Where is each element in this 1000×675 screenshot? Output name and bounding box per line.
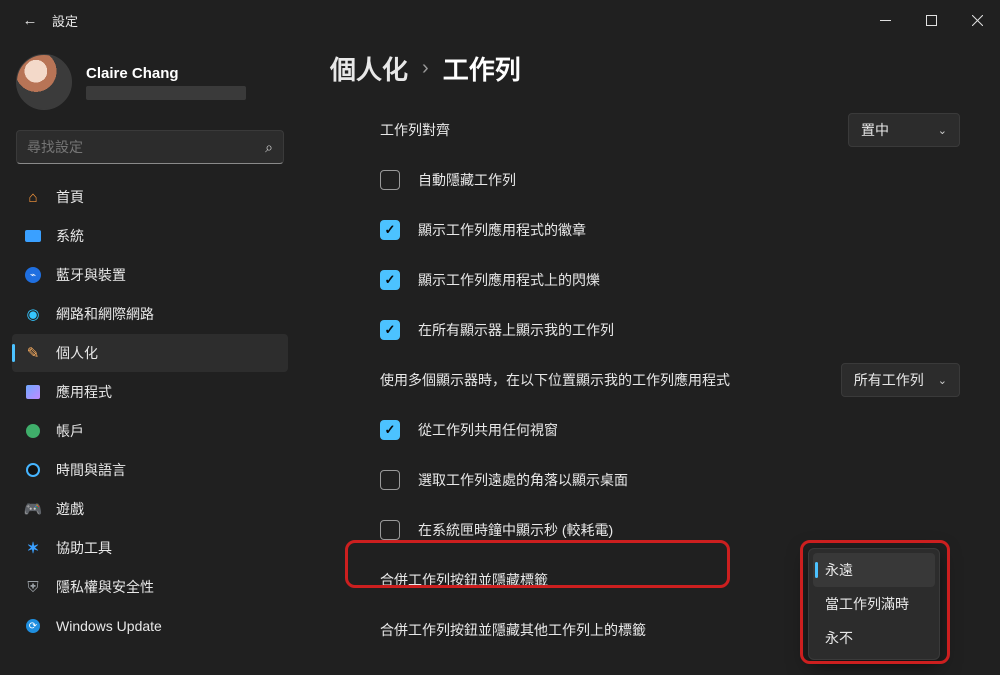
setting-label: 在系統匣時鐘中顯示秒 (較耗電) [418,520,960,540]
bluetooth-icon: ⌁ [24,266,42,284]
sidebar-item-label: 帳戶 [56,421,84,441]
sidebar-item-personalization[interactable]: ✎ 個人化 [12,334,288,372]
system-icon [24,227,42,245]
setting-label: 在所有顯示器上顯示我的工作列 [418,320,960,340]
checkbox-flash[interactable] [380,270,400,290]
row-far-corner: 選取工作列遠處的角落以顯示桌面 [330,455,970,505]
sidebar-item-label: 遊戲 [56,499,84,519]
window-controls [862,0,1000,40]
search-field[interactable] [27,139,265,155]
sidebar-item-system[interactable]: 系統 [12,217,288,255]
chevron-down-icon: ⌄ [938,124,947,137]
setting-label: 工作列對齊 [380,120,848,140]
user-block[interactable]: Claire Chang [6,50,294,130]
sidebar-item-accessibility[interactable]: ✶ 協助工具 [12,529,288,567]
search-icon: ⌕ [265,139,273,156]
setting-label: 選取工作列遠處的角落以顯示桌面 [418,470,960,490]
checkbox-all-displays[interactable] [380,320,400,340]
setting-label: 顯示工作列應用程式上的閃爍 [418,270,960,290]
combo-alignment[interactable]: 置中 ⌄ [848,113,960,147]
setting-label: 自動隱藏工作列 [418,170,960,190]
row-multidisplay-apps: 使用多個顯示器時，在以下位置顯示我的工作列應用程式 所有工作列 ⌄ [330,355,970,405]
sidebar-item-network[interactable]: ◉ 網路和網際網路 [12,295,288,333]
checkbox-seconds[interactable] [380,520,400,540]
setting-label: 從工作列共用任何視窗 [418,420,960,440]
menu-item-label: 永不 [825,628,853,648]
breadcrumb: 個人化 › 工作列 [330,50,970,87]
row-share: 從工作列共用任何視窗 [330,405,970,455]
setting-label: 使用多個顯示器時，在以下位置顯示我的工作列應用程式 [380,370,841,390]
nav: ⌂ 首頁 系統 ⌁ 藍牙與裝置 ◉ 網路和網際網路 ✎ 個人化 應用程式 帳戶 時間與語… [6,178,294,645]
sidebar-item-privacy[interactable]: ⛨ 隱私權與安全性 [12,568,288,606]
wifi-icon: ◉ [24,305,42,323]
row-autohide: 自動隱藏工作列 [330,155,970,205]
sidebar-item-update[interactable]: ⟳ Windows Update [12,607,288,645]
account-icon [24,422,42,440]
combo-value: 所有工作列 [854,370,924,390]
checkbox-far-corner[interactable] [380,470,400,490]
titlebar: ← 設定 [0,0,1000,40]
menu-item-label: 永遠 [825,560,853,580]
sidebar-item-label: 系統 [56,226,84,246]
gamepad-icon: 🎮 [24,500,42,518]
checkbox-autohide[interactable] [380,170,400,190]
breadcrumb-parent[interactable]: 個人化 [330,50,408,87]
sidebar-item-bluetooth[interactable]: ⌁ 藍牙與裝置 [12,256,288,294]
sidebar-item-apps[interactable]: 應用程式 [12,373,288,411]
chevron-right-icon: › [422,57,429,80]
checkbox-share[interactable] [380,420,400,440]
sidebar-item-label: 個人化 [56,343,98,363]
user-sub-redacted [86,86,246,100]
user-name: Claire Chang [86,65,246,82]
sidebar-item-label: 協助工具 [56,538,112,558]
sidebar-item-gaming[interactable]: 🎮 遊戲 [12,490,288,528]
minimize-button[interactable] [862,0,908,40]
sidebar-item-label: 首頁 [56,187,84,207]
menu-item-never[interactable]: 永不 [813,621,935,655]
sidebar-item-time[interactable]: 時間與語言 [12,451,288,489]
sidebar: Claire Chang ⌕ ⌂ 首頁 系統 ⌁ 藍牙與裝置 ◉ 網路和網際網路 ✎ 個… [0,40,300,675]
search-input[interactable]: ⌕ [16,130,284,164]
row-taskbar-alignment: 工作列對齊 置中 ⌄ [330,105,970,155]
sidebar-item-label: 藍牙與裝置 [56,265,126,285]
row-badges: 顯示工作列應用程式的徽章 [330,205,970,255]
row-all-displays: 在所有顯示器上顯示我的工作列 [330,305,970,355]
combo-value: 置中 [861,120,889,140]
menu-item-label: 當工作列滿時 [825,594,909,614]
close-button[interactable] [954,0,1000,40]
breadcrumb-current: 工作列 [443,50,521,87]
window-title: 設定 [52,11,78,30]
setting-label: 顯示工作列應用程式的徽章 [418,220,960,240]
combine-dropdown-menu[interactable]: 永遠 當工作列滿時 永不 [808,548,940,660]
sidebar-item-home[interactable]: ⌂ 首頁 [12,178,288,216]
sidebar-item-label: 網路和網際網路 [56,304,154,324]
accessibility-icon: ✶ [24,539,42,557]
clock-icon [24,461,42,479]
maximize-button[interactable] [908,0,954,40]
menu-item-always[interactable]: 永遠 [813,553,935,587]
back-button[interactable]: ← [12,12,48,29]
avatar [16,54,72,110]
sidebar-item-accounts[interactable]: 帳戶 [12,412,288,450]
menu-item-when-full[interactable]: 當工作列滿時 [813,587,935,621]
brush-icon: ✎ [24,344,42,362]
sidebar-item-label: 時間與語言 [56,460,126,480]
shield-icon: ⛨ [24,578,42,596]
sidebar-item-label: 隱私權與安全性 [56,577,154,597]
checkbox-badges[interactable] [380,220,400,240]
sidebar-item-label: Windows Update [56,618,162,634]
update-icon: ⟳ [24,617,42,635]
chevron-down-icon: ⌄ [938,374,947,387]
home-icon: ⌂ [24,188,42,206]
apps-icon [24,383,42,401]
sidebar-item-label: 應用程式 [56,382,112,402]
row-flash: 顯示工作列應用程式上的閃爍 [330,255,970,305]
combo-multidisplay[interactable]: 所有工作列 ⌄ [841,363,960,397]
